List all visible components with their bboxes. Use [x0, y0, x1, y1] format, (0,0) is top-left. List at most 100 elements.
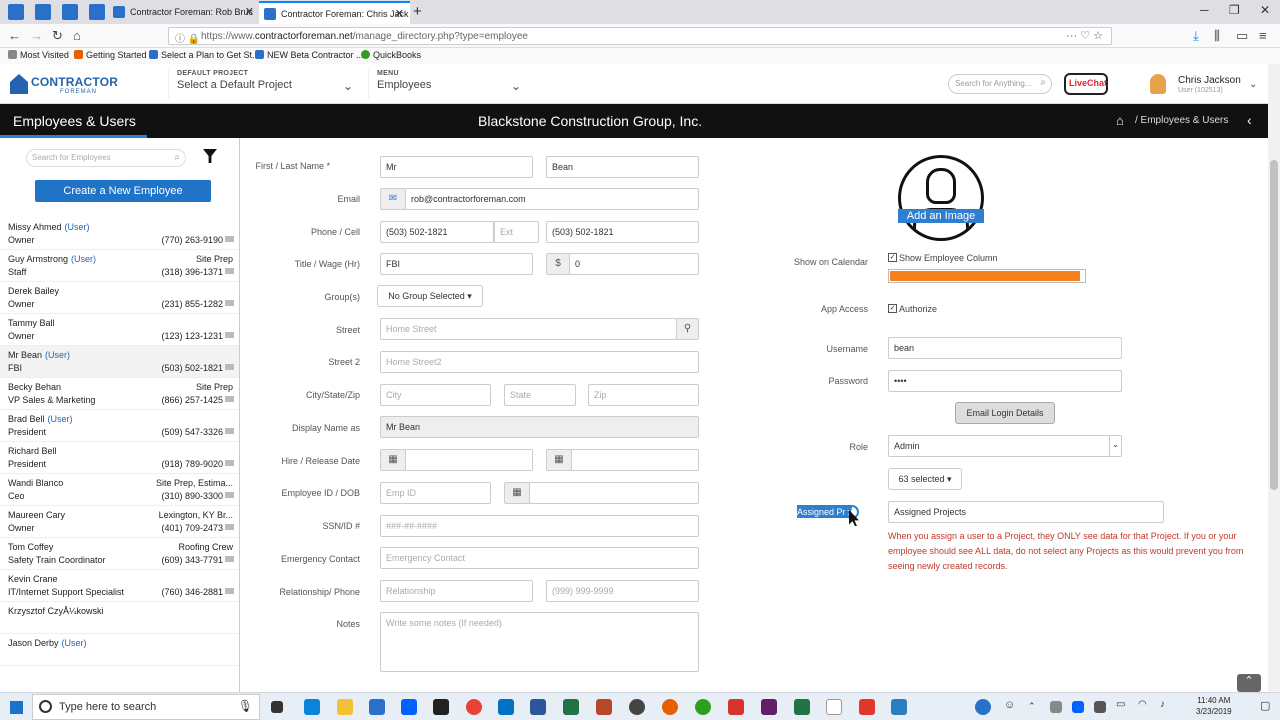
media-icon[interactable]	[629, 699, 645, 715]
mail-icon[interactable]	[225, 524, 234, 530]
release-date-field[interactable]	[571, 449, 699, 471]
dob-field[interactable]	[529, 482, 699, 504]
employee-list-item[interactable]: Krzysztof CzyÅ¼kowski	[0, 602, 239, 634]
state-field[interactable]: State	[504, 384, 576, 406]
address-bar[interactable]: ⓘ 🔒 https://www.contractorforeman.net/ma…	[168, 27, 1112, 45]
employee-list-item[interactable]: Wandi Blanco Ceo Site Prep, Estima... (310)…	[0, 474, 239, 506]
people-icon[interactable]: ☺	[1004, 699, 1020, 715]
scrollbar-thumb[interactable]	[1270, 160, 1278, 490]
bookmark-getting-started[interactable]: Getting Started	[74, 50, 147, 60]
mail-icon[interactable]	[225, 236, 234, 242]
role-select[interactable]: Admin ⌄	[888, 435, 1122, 457]
stream-icon[interactable]	[891, 699, 907, 715]
mail-icon[interactable]	[225, 364, 234, 370]
notes-textarea[interactable]: Write some notes (If needed)	[380, 612, 699, 672]
mail-icon[interactable]	[225, 460, 234, 466]
last-name-input[interactable]: Bean	[546, 156, 699, 178]
battery-icon[interactable]: ▭	[1116, 699, 1132, 715]
assigned-projects-field[interactable]: Assigned Projects	[888, 501, 1164, 523]
page-actions-icon[interactable]: ··· ♡ ☆	[1066, 29, 1103, 42]
cell-field[interactable]: (503) 502-1821	[546, 221, 699, 243]
ext-field[interactable]: Ext	[494, 221, 539, 243]
wage-field[interactable]: 0	[569, 253, 699, 275]
mail-icon[interactable]	[225, 588, 234, 594]
title-field[interactable]: FBI	[380, 253, 533, 275]
chevron-left-icon[interactable]: ‹	[1247, 112, 1252, 128]
tray-arrow-icon[interactable]: ⌃	[1028, 701, 1044, 717]
sidebar-toggle-icon[interactable]: ▭	[1236, 28, 1248, 44]
employee-list-item[interactable]: Becky Behan VP Sales & Marketing Site Prep…	[0, 378, 239, 410]
system-clock[interactable]: 11:40 AM 3/23/2019	[1196, 695, 1232, 717]
close-tab-icon[interactable]: ✕	[395, 7, 404, 20]
minimize-icon[interactable]: ─	[1200, 3, 1209, 17]
pinned-tab-4[interactable]	[89, 4, 105, 20]
default-project-select[interactable]: DEFAULT PROJECT Select a Default Project…	[168, 70, 358, 98]
help-icon[interactable]	[975, 699, 991, 715]
zip-field[interactable]: Zip	[588, 384, 699, 406]
library-icon[interactable]: ⫼	[1214, 28, 1220, 44]
global-search-input[interactable]: Search for Anything... ⌕	[948, 74, 1052, 94]
browser-tab-2[interactable]: Contractor Foreman: Chris Jack ✕	[259, 1, 410, 24]
excel-icon[interactable]	[563, 699, 579, 715]
app-logo[interactable]: CONTRACTOR FOREMAN	[10, 72, 130, 98]
employee-list-item[interactable]: Tom Coffey Safety Train Coordinator Roofin…	[0, 538, 239, 570]
chrome-icon[interactable]	[466, 699, 482, 715]
maximize-icon[interactable]: ❐	[1229, 3, 1240, 17]
password-field[interactable]: ••••	[888, 370, 1122, 392]
tray-onedrive-icon[interactable]	[1094, 701, 1106, 713]
create-employee-button[interactable]: Create a New Employee	[35, 180, 211, 202]
file-explorer-icon[interactable]	[337, 699, 353, 715]
volume-icon[interactable]: ♪	[1160, 699, 1176, 715]
calendar-icon[interactable]: ▦	[546, 449, 572, 471]
email-field[interactable]: rob@contractorforeman.com	[405, 188, 699, 210]
menu-select[interactable]: MENU Employees ⌄	[368, 70, 528, 98]
spreadsheet-icon[interactable]	[794, 699, 810, 715]
employee-list-item[interactable]: Tammy Ball Owner (123) 123-1231	[0, 314, 239, 346]
selected-projects-button[interactable]: 63 selected ▾	[888, 468, 962, 490]
group-select-button[interactable]: No Group Selected ▾	[377, 285, 483, 307]
reload-icon[interactable]: ↻	[52, 28, 63, 44]
tray-app-icon[interactable]	[1050, 701, 1062, 713]
close-tab-icon[interactable]: ✕	[245, 5, 254, 18]
notifications-icon[interactable]: ▢	[1260, 699, 1276, 715]
display-name-field[interactable]: Mr Bean	[380, 416, 699, 438]
mail-icon[interactable]	[225, 556, 234, 562]
windows-start-icon[interactable]	[10, 701, 23, 714]
mail-icon[interactable]	[225, 428, 234, 434]
close-window-icon[interactable]: ✕	[1260, 3, 1270, 17]
wifi-icon[interactable]: ◠	[1138, 699, 1154, 715]
street-field[interactable]: Home Street	[380, 318, 677, 340]
employee-list-item[interactable]: Richard Bell President (918) 789-9020	[0, 442, 239, 474]
street2-field[interactable]: Home Street2	[380, 351, 699, 373]
home-icon[interactable]: ⌂	[1116, 113, 1124, 128]
mail-icon[interactable]	[225, 332, 234, 338]
slack-icon[interactable]	[761, 699, 777, 715]
mail-icon[interactable]	[225, 300, 234, 306]
employee-list-item[interactable]: Jason Derby (User)	[0, 634, 239, 666]
relationship-field[interactable]: Relationship	[380, 580, 533, 602]
app-icon[interactable]	[596, 699, 612, 715]
task-view-icon[interactable]	[271, 701, 283, 713]
forward-icon[interactable]: →	[30, 28, 43, 43]
bookmark-select-plan[interactable]: Select a Plan to Get St...	[149, 50, 260, 60]
page-scrollbar[interactable]	[1268, 64, 1280, 692]
breadcrumb[interactable]: / Employees & Users	[1135, 115, 1228, 126]
employee-list-item[interactable]: Missy Ahmed (User) Owner (770) 263-9190	[0, 218, 239, 250]
store-icon[interactable]	[369, 699, 385, 715]
relationship-phone-field[interactable]: (999) 999-9999	[546, 580, 699, 602]
scroll-top-button[interactable]: ⌃	[1237, 674, 1261, 692]
mail-icon[interactable]	[225, 492, 234, 498]
calendar-icon[interactable]: ▦	[504, 482, 530, 504]
bookmark-most-visited[interactable]: Most Visited	[8, 50, 69, 60]
outlook-icon[interactable]	[498, 699, 514, 715]
edge-icon[interactable]	[304, 699, 320, 715]
employee-list-item[interactable]: Guy Armstrong (User) Staff Site Prep (318) 3…	[0, 250, 239, 282]
acrobat-icon[interactable]	[728, 699, 744, 715]
home-icon[interactable]: ⌂	[73, 28, 81, 43]
employee-search-input[interactable]: Search for Employees ⌕	[26, 149, 186, 167]
username-field[interactable]: bean	[888, 337, 1122, 359]
amazon-icon[interactable]	[433, 699, 449, 715]
calendar-icon[interactable]: ▦	[380, 449, 406, 471]
pinned-tab-2[interactable]	[35, 4, 51, 20]
taskbar-search[interactable]: Type here to search 🎙	[32, 694, 260, 720]
